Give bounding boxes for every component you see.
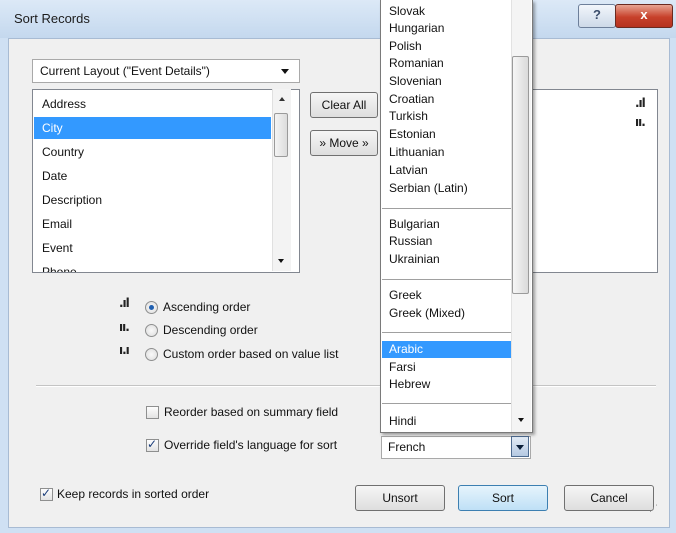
close-button[interactable]: x xyxy=(615,4,673,28)
clear-all-button[interactable]: Clear All xyxy=(310,92,378,118)
layout-select[interactable]: Current Layout ("Event Details") xyxy=(32,59,300,83)
language-option[interactable]: Polish xyxy=(382,38,512,55)
language-option[interactable]: Hebrew xyxy=(382,376,512,393)
language-option[interactable]: Serbian (Latin) xyxy=(382,180,512,197)
chevron-down-icon xyxy=(281,69,289,74)
separator xyxy=(36,385,656,387)
field-item-description[interactable]: Description xyxy=(34,189,271,211)
language-option[interactable]: Slovenian xyxy=(382,73,512,90)
language-option[interactable]: Lithuanian xyxy=(382,144,512,161)
field-item-country[interactable]: Country xyxy=(34,141,271,163)
language-dropdown-button[interactable] xyxy=(511,436,529,457)
close-icon: x xyxy=(640,7,648,22)
field-list-scroll-thumb[interactable] xyxy=(274,113,288,157)
move-button[interactable]: » Move » xyxy=(310,130,378,156)
language-group-divider xyxy=(382,332,512,333)
ascending-order-label[interactable]: Ascending order xyxy=(163,300,250,314)
unsort-button[interactable]: Unsort xyxy=(355,485,445,511)
reorder-summary-checkbox[interactable] xyxy=(146,406,159,419)
field-item-city[interactable]: City xyxy=(34,117,271,139)
dialog-title: Sort Records xyxy=(14,11,90,26)
language-option[interactable]: Croatian xyxy=(382,91,512,108)
descending-order-icon: ıı. xyxy=(119,320,130,334)
chevron-down-icon xyxy=(516,445,524,450)
layout-select-value: Current Layout ("Event Details") xyxy=(40,64,210,78)
language-option[interactable]: Romanian xyxy=(382,55,512,72)
language-group-divider xyxy=(382,403,512,404)
language-select-value: French xyxy=(388,440,426,454)
ascending-sort-icon: .ıl xyxy=(635,96,646,110)
language-group-divider xyxy=(382,208,512,209)
reorder-summary-label[interactable]: Reorder based on summary field xyxy=(164,405,338,419)
keep-sorted-label[interactable]: Keep records in sorted order xyxy=(57,487,209,501)
language-option[interactable]: Greek (Mixed) xyxy=(382,305,512,322)
resize-grip-icon[interactable]: ⋰ xyxy=(649,504,663,519)
ascending-order-icon: .ıl xyxy=(119,296,130,310)
field-item-date[interactable]: Date xyxy=(34,165,271,187)
sort-button[interactable]: Sort xyxy=(458,485,548,511)
field-item-address[interactable]: Address xyxy=(34,93,271,115)
scroll-up-icon[interactable] xyxy=(279,97,285,101)
ascending-order-radio[interactable] xyxy=(145,301,158,314)
language-option[interactable]: Bulgarian xyxy=(382,216,512,233)
field-item-phone[interactable]: Phone xyxy=(34,261,271,272)
language-option[interactable]: Ukrainian xyxy=(382,251,512,268)
title-bar: Sort Records ? x xyxy=(0,0,676,38)
descending-sort-icon: ıı. xyxy=(635,115,646,129)
field-item-event[interactable]: Event xyxy=(34,237,271,259)
cancel-button[interactable]: Cancel xyxy=(564,485,654,511)
language-option[interactable]: Latvian xyxy=(382,162,512,179)
scroll-down-icon[interactable] xyxy=(518,418,524,422)
language-option-selected[interactable]: Arabic xyxy=(382,341,512,358)
override-language-checkbox[interactable] xyxy=(146,437,159,452)
language-option[interactable]: Slovak xyxy=(382,3,512,20)
field-list[interactable]: Address City Country Date Description Em… xyxy=(32,89,300,273)
descending-order-label[interactable]: Descending order xyxy=(163,323,258,337)
custom-order-radio[interactable] xyxy=(145,348,158,361)
descending-order-radio[interactable] xyxy=(145,324,158,337)
keep-sorted-checkbox[interactable] xyxy=(40,486,53,501)
language-option[interactable]: Hungarian xyxy=(382,20,512,37)
help-button[interactable]: ? xyxy=(578,4,616,28)
language-select[interactable]: French xyxy=(381,436,531,459)
language-list-scroll-thumb[interactable] xyxy=(512,56,529,294)
custom-order-label[interactable]: Custom order based on value list xyxy=(163,347,338,361)
language-option[interactable]: Turkish xyxy=(382,108,512,125)
scroll-down-icon[interactable] xyxy=(278,259,284,263)
language-option[interactable]: Hindi xyxy=(382,413,512,430)
language-group-divider xyxy=(382,279,512,280)
language-option[interactable]: Greek xyxy=(382,287,512,304)
language-option[interactable]: Russian xyxy=(382,233,512,250)
field-item-email[interactable]: Email xyxy=(34,213,271,235)
language-option[interactable]: Estonian xyxy=(382,126,512,143)
help-icon: ? xyxy=(593,7,601,22)
language-option[interactable]: Farsi xyxy=(382,359,512,376)
custom-order-icon: ı.ı xyxy=(119,343,130,357)
override-language-label[interactable]: Override field's language for sort xyxy=(164,438,337,452)
